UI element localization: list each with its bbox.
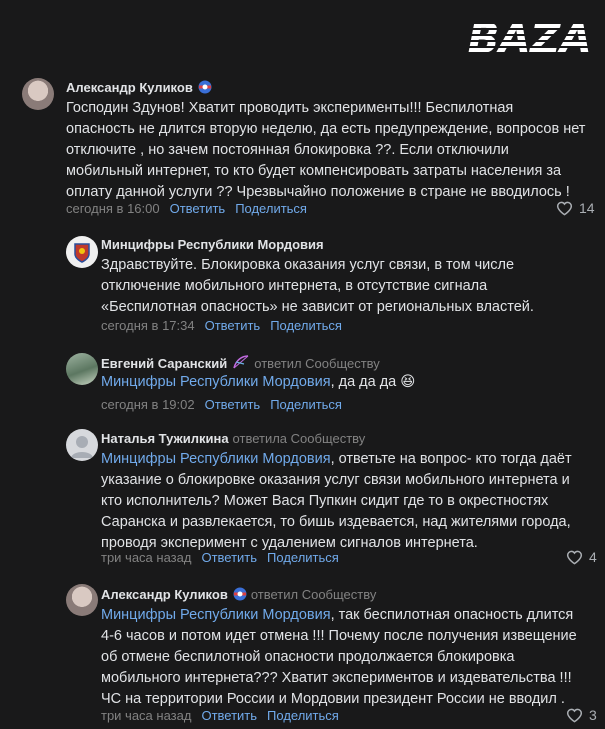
mention-link[interactable]: Минцифры Республики Мордовия — [101, 607, 331, 623]
comment-time[interactable]: сегодня в 17:34 — [101, 318, 195, 333]
heart-icon — [566, 708, 583, 723]
avatar[interactable] — [22, 78, 54, 110]
heart-icon — [556, 201, 573, 216]
reply-button[interactable]: Ответить — [205, 397, 261, 412]
like-button[interactable]: 4 — [566, 549, 597, 565]
share-button[interactable]: Поделиться — [267, 708, 339, 723]
comment-meta: три часа назад Ответить Поделиться — [101, 708, 339, 723]
mask-emoji-icon — [233, 587, 247, 601]
comment-text: Минцифры Республики Мордовия, ответьте н… — [101, 451, 572, 551]
comment-text: Минцифры Республики Мордовия, да да да 😆 — [101, 374, 416, 390]
mention-link[interactable]: Минцифры Республики Мордовия — [101, 451, 331, 467]
comment-time[interactable]: три часа назад — [101, 550, 191, 565]
reply-button[interactable]: Ответить — [201, 708, 257, 723]
like-count: 3 — [589, 707, 597, 723]
comment-author[interactable]: Наталья Тужилкина ответила Сообществу — [101, 431, 365, 446]
comment-author[interactable]: Александр Куликов — [66, 80, 212, 95]
share-button[interactable]: Поделиться — [235, 201, 307, 216]
share-button[interactable]: Поделиться — [267, 550, 339, 565]
default-avatar-icon — [71, 436, 93, 458]
comment-author[interactable]: Минцифры Республики Мордовия — [101, 237, 324, 252]
bow-arrow-emoji-icon — [233, 355, 249, 369]
comment-meta: три часа назад Ответить Поделиться — [101, 550, 339, 565]
heart-icon — [566, 550, 583, 565]
comment-text: Минцифры Республики Мордовия, так беспил… — [101, 607, 577, 707]
reply-button[interactable]: Ответить — [170, 201, 226, 216]
share-button[interactable]: Поделиться — [270, 397, 342, 412]
comment-text: Господин Здунов! Хватит проводить экспер… — [66, 100, 586, 200]
avatar[interactable] — [66, 236, 98, 268]
comment-meta: сегодня в 16:00 Ответить Поделиться — [66, 201, 307, 216]
baza-logo: BAZA — [467, 14, 592, 63]
comment-time[interactable]: три часа назад — [101, 708, 191, 723]
avatar[interactable] — [66, 429, 98, 461]
mask-emoji-icon — [198, 80, 212, 94]
like-count: 14 — [579, 200, 595, 216]
mention-link[interactable]: Минцифры Республики Мордовия — [101, 374, 331, 390]
comment-meta: сегодня в 19:02 Ответить Поделиться — [101, 397, 342, 412]
reply-button[interactable]: Ответить — [201, 550, 257, 565]
avatar[interactable] — [66, 353, 98, 385]
comment-author[interactable]: Евгений Саранский ответил Сообществу — [101, 354, 380, 371]
reply-button[interactable]: Ответить — [205, 318, 261, 333]
share-button[interactable]: Поделиться — [270, 318, 342, 333]
like-count: 4 — [589, 549, 597, 565]
coat-of-arms-icon — [74, 243, 90, 263]
comment-time[interactable]: сегодня в 16:00 — [66, 201, 160, 216]
comment-meta: сегодня в 17:34 Ответить Поделиться — [101, 318, 342, 333]
like-button[interactable]: 14 — [556, 200, 595, 216]
comment-time[interactable]: сегодня в 19:02 — [101, 397, 195, 412]
like-button[interactable]: 3 — [566, 707, 597, 723]
avatar[interactable] — [66, 584, 98, 616]
comment-text: Здравствуйте. Блокировка оказания услуг … — [101, 257, 534, 315]
comment-author[interactable]: Александр Куликов ответил Сообществу — [101, 587, 376, 602]
